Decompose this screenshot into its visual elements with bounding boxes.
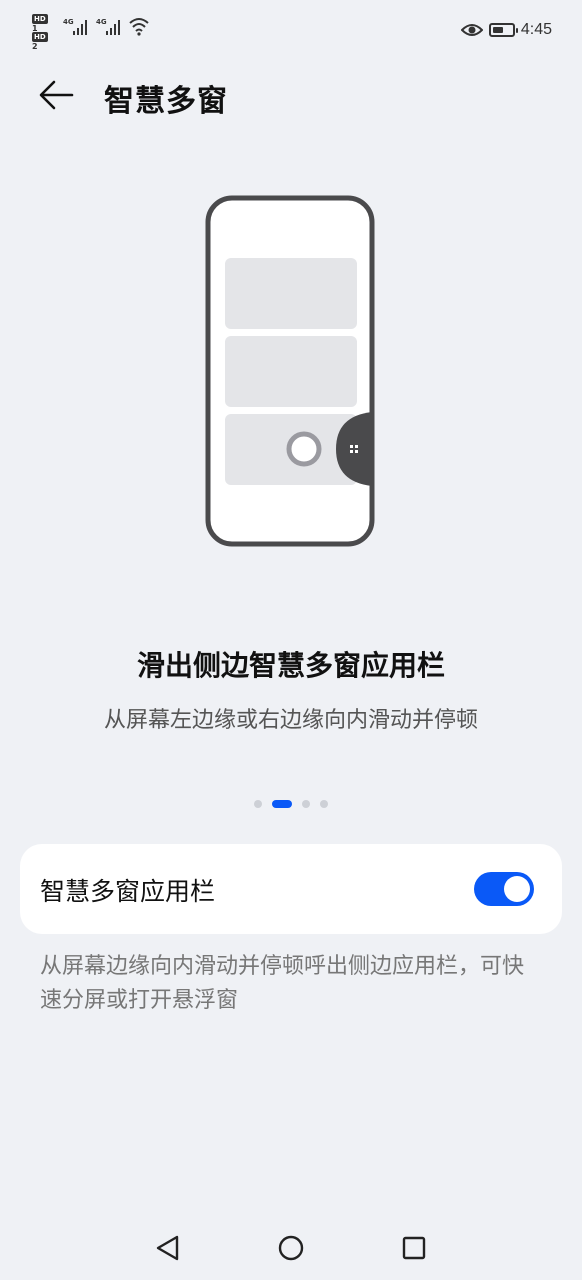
page-title: 智慧多窗 xyxy=(104,84,228,119)
home-circle-icon xyxy=(278,1235,304,1261)
page-dot xyxy=(254,800,262,808)
recents-square-icon xyxy=(402,1236,426,1260)
nav-home-button[interactable] xyxy=(269,1226,313,1270)
phone-illustration xyxy=(190,190,390,560)
arrow-left-icon xyxy=(39,80,74,110)
nav-back-button[interactable] xyxy=(146,1226,190,1270)
toggle-knob xyxy=(504,876,530,902)
setting-label: 智慧多窗应用栏 xyxy=(40,877,216,906)
feature-description: 从屏幕左边缘或右边缘向内滑动并停顿 xyxy=(103,708,478,733)
system-nav-bar xyxy=(0,1220,582,1276)
page-indicator xyxy=(0,800,582,808)
app-header: 智慧多窗 xyxy=(0,62,582,128)
sim1-label: HD1 xyxy=(32,14,48,33)
wifi-icon xyxy=(129,18,149,36)
phone-mockup-image xyxy=(205,195,375,547)
status-right: 4:45 xyxy=(460,18,552,42)
sim2-label: HD2 xyxy=(32,32,48,51)
signal-icon xyxy=(73,20,87,35)
page-dot xyxy=(320,800,328,808)
page-dot-active xyxy=(272,800,292,808)
page-dot xyxy=(302,800,310,808)
toggle-switch[interactable] xyxy=(474,872,534,906)
eye-comfort-icon xyxy=(460,24,483,36)
clock: 4:45 xyxy=(520,21,552,38)
back-triangle-icon xyxy=(156,1235,179,1261)
setting-card[interactable]: 智慧多窗应用栏 xyxy=(20,844,562,934)
signal-icon xyxy=(106,20,120,35)
nav-recents-button[interactable] xyxy=(392,1226,436,1270)
setting-footnote: 从屏幕边缘向内滑动并停顿呼出侧边应用栏，可快速分屏或打开悬浮窗 xyxy=(40,954,525,1013)
feature-title: 滑出侧边智慧多窗应用栏 xyxy=(136,649,445,682)
back-button[interactable] xyxy=(34,74,82,116)
battery-icon xyxy=(488,23,518,37)
status-bar: HD1 HD2 4G 4G 4:45 xyxy=(0,0,582,60)
